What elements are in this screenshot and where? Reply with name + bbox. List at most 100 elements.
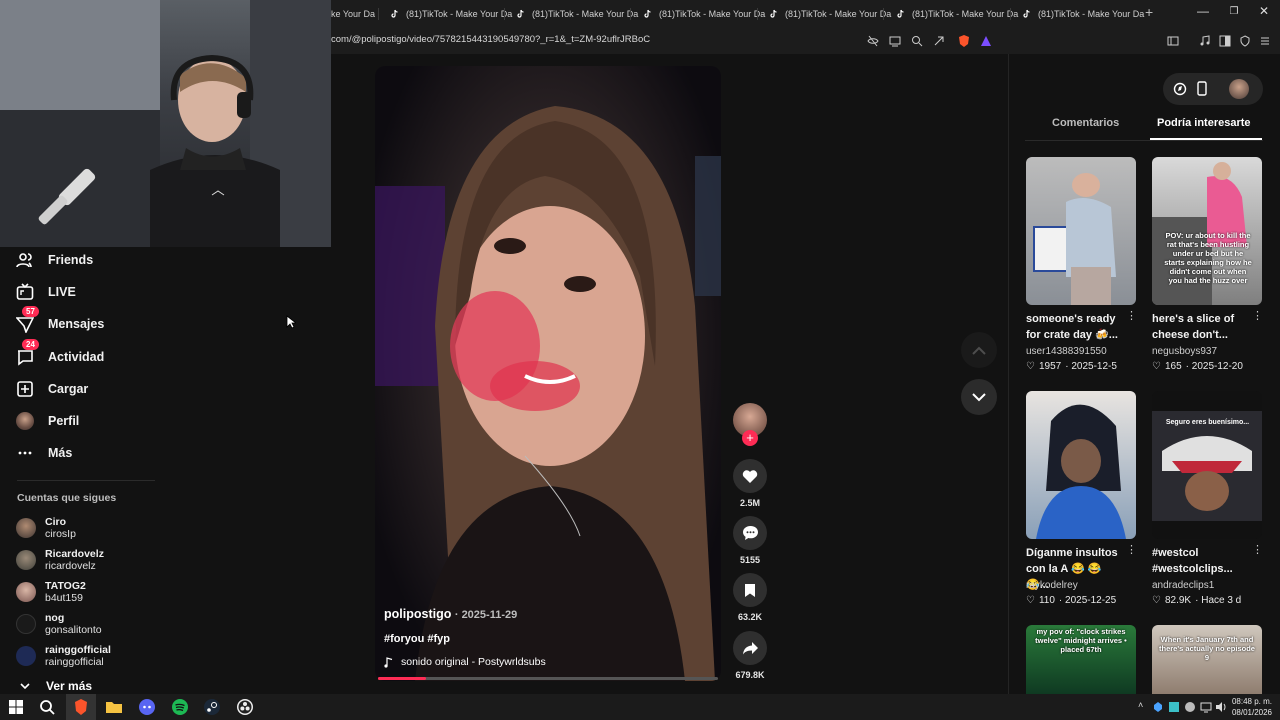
restore-button[interactable]: ❐ [1224,6,1244,17]
obs-icon[interactable] [236,698,254,716]
video-thumbnail[interactable] [1026,391,1136,539]
nav-live[interactable]: LIVE [16,279,76,305]
nav-more[interactable]: Más [16,440,72,466]
video-hashtags[interactable]: #foryou #fyp [384,633,450,645]
comment-button[interactable] [733,516,767,550]
video-thumbnail[interactable]: Seguro eres buenísimo... [1152,391,1262,539]
browser-tab[interactable]: (81)TikTok - Make Your Da [1022,3,1148,25]
card-title[interactable]: #westcol #westcolclips... [1152,545,1252,577]
brave-shield-icon[interactable] [956,33,972,49]
browser-tab[interactable]: (81)TikTok - Make Your Da [769,3,895,25]
thumbnail-caption: my pov of: "clock strikes twelve" midnig… [1035,627,1127,654]
share-icon[interactable] [931,33,947,49]
avatar[interactable] [1229,79,1249,99]
windows-taskbar: ˄ 08:48 p. m. 08/01/2026 [0,694,1280,720]
bookmark-icon [745,583,755,597]
compass-icon[interactable] [1173,82,1187,96]
card-meta: ♡ 82.9K · Hace 3 d [1152,595,1241,606]
following-account[interactable]: Ricardovelz ricardovelz [16,548,104,572]
like-button[interactable] [733,459,767,493]
account-name: nog [45,612,65,624]
browser-tab[interactable]: (81)TikTok - Make Your Da [390,3,516,25]
volume-icon[interactable] [1215,701,1227,713]
video-thumbnail[interactable]: my pov of: "clock strikes twelve" midnig… [1026,625,1136,694]
thumbnail-caption: POV: ur about to kill the rat that's bee… [1164,231,1252,285]
previous-video-button[interactable] [961,332,997,368]
video-author-line: polipostigo · 2025-11-29 [384,607,517,621]
zoom-icon[interactable] [909,33,925,49]
new-tab-button[interactable]: + [1145,4,1153,20]
video-player[interactable] [375,66,721,681]
discord-icon[interactable] [138,698,156,716]
card-title[interactable]: here's a slice of cheese don't... [1152,311,1252,343]
card-likes: 82.9K [1164,595,1192,606]
video-frame [375,106,721,681]
network-icon[interactable] [1200,701,1212,713]
card-user[interactable]: negusboys937 [1152,346,1217,357]
more-options-icon[interactable]: ⋮ [1126,309,1137,322]
split-icon[interactable] [1217,33,1233,49]
video-thumbnail[interactable] [1026,157,1136,305]
close-button[interactable]: ✕ [1254,4,1274,18]
nav-label: Cargar [48,382,89,396]
menu-icon[interactable] [1257,33,1273,49]
more-options-icon[interactable]: ⋮ [1252,543,1263,556]
nav-upload[interactable]: Cargar [16,376,88,402]
share-button[interactable] [733,631,767,665]
clock-time: 08:48 p. m. [1231,697,1272,706]
video-progress-bar[interactable] [378,677,718,680]
cast-icon[interactable] [887,33,903,49]
nav-activity[interactable]: 24 Actividad [16,339,104,370]
save-button[interactable] [733,573,767,607]
next-video-button[interactable] [961,379,997,415]
tab-you-may-like[interactable]: Podría interesarte [1157,117,1251,129]
video-sound[interactable]: sonido original - Postywrldsubs [384,656,546,668]
see-more-button[interactable]: Ver más [20,679,92,693]
sound-label: sonido original - Postywrldsubs [401,656,546,668]
folder-icon[interactable] [105,698,123,716]
card-date: · 2025-12-20 [1185,361,1243,372]
card-title[interactable]: someone's ready for crate day 🍻... [1026,311,1126,343]
following-account[interactable]: TATOG2 b4ut159 [16,580,86,604]
browser-tab[interactable]: (81)TikTok - Make Your Da [643,3,769,25]
tray-app-icon[interactable] [1152,701,1164,713]
following-account[interactable]: Ciro cirosIp [16,516,76,540]
music-icon[interactable] [1197,33,1213,49]
tray-app-icon[interactable] [1168,701,1180,713]
card-likes: 165 [1164,361,1182,372]
chevron-up-icon[interactable]: ˄ [1138,700,1143,710]
divider [1025,140,1263,141]
nav-friends[interactable]: Friends [16,247,93,273]
video-author[interactable]: polipostigo [384,607,451,621]
url-field[interactable]: com/@polipostigo/video/75782154431905497… [331,34,650,45]
phone-icon[interactable] [1197,81,1207,96]
steam-icon[interactable] [203,698,221,716]
browser-tab[interactable]: (81)TikTok - Make Your Da [896,3,1022,25]
minimize-button[interactable]: — [1193,4,1213,18]
vpn-icon[interactable] [1237,33,1253,49]
video-thumbnail[interactable]: POV: ur about to kill the rat that's bee… [1152,157,1262,305]
card-user[interactable]: andradeclips1 [1152,580,1214,591]
browser-tab[interactable]: (81)TikTok - Make Your Da [516,3,642,25]
rewards-icon[interactable] [978,33,994,49]
following-account[interactable]: nog gonsalitonto [16,612,102,636]
card-user[interactable]: user14388391550 [1026,346,1107,357]
follow-plus-icon[interactable]: + [742,430,758,446]
brave-icon[interactable] [72,698,90,716]
eye-off-icon[interactable] [865,33,881,49]
video-thumbnail[interactable]: When it's January 7th and there's actual… [1152,625,1262,694]
heart-outline-icon: ♡ [1152,595,1161,606]
tab-comments[interactable]: Comentarios [1052,117,1119,129]
windows-start-icon[interactable] [7,698,25,716]
more-options-icon[interactable]: ⋮ [1126,543,1137,556]
nav-messages[interactable]: 57 Mensajes [15,306,104,337]
more-options-icon[interactable]: ⋮ [1252,309,1263,322]
following-account[interactable]: rainggofficial rainggofficial [16,644,111,668]
nav-profile[interactable]: Perfil [16,408,79,434]
taskbar-clock[interactable]: 08:48 p. m. 08/01/2026 [1232,696,1272,718]
card-user[interactable]: raykodelrey [1026,580,1078,591]
sidebar-icon[interactable] [1165,33,1181,49]
tray-app-icon[interactable] [1184,701,1196,713]
search-icon[interactable] [38,698,56,716]
spotify-icon[interactable] [171,698,189,716]
